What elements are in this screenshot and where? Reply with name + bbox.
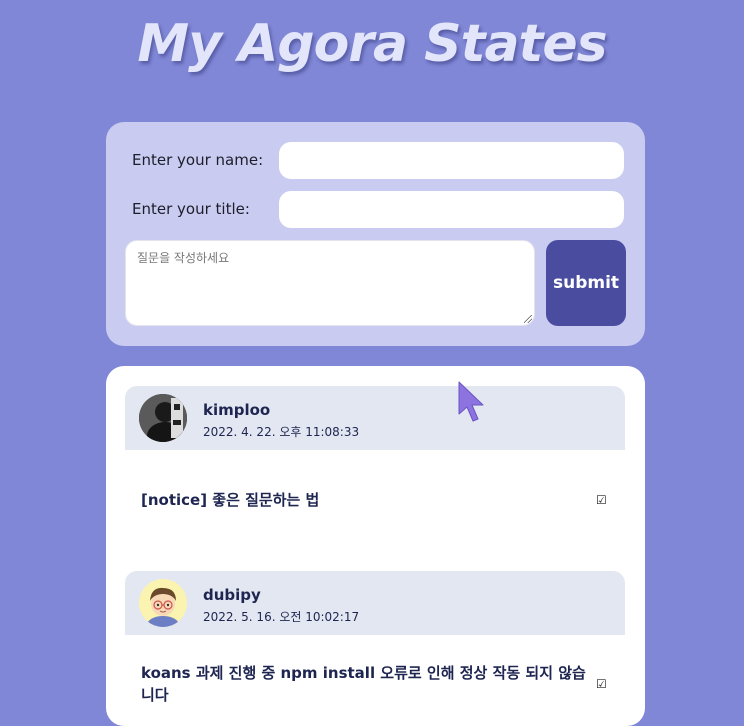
question-form: Enter your name: Enter your title: 질문을 작… xyxy=(106,122,645,346)
resize-grip-icon[interactable] xyxy=(524,315,532,323)
author-name: kimploo xyxy=(203,401,271,419)
discussion-title[interactable]: [notice] 좋은 질문하는 법 xyxy=(141,489,586,511)
author-name: dubipy xyxy=(203,586,261,604)
page-title: My Agora States xyxy=(137,14,607,74)
title-input[interactable] xyxy=(279,191,624,228)
question-textarea[interactable]: 질문을 작성하세요 xyxy=(125,240,535,326)
discussion-list: kimploo 2022. 4. 22. 오후 11:08:33 [notice… xyxy=(106,366,645,726)
post-date: 2022. 5. 16. 오전 10:02:17 xyxy=(203,610,360,624)
post-date: 2022. 4. 22. 오후 11:08:33 xyxy=(203,425,360,439)
discussion-item-header: kimploo 2022. 4. 22. 오후 11:08:33 xyxy=(125,386,625,450)
discussion-item-header: dubipy 2022. 5. 16. 오전 10:02:17 xyxy=(125,571,625,635)
answered-check-icon: ☑ xyxy=(596,677,607,691)
avatar xyxy=(139,579,187,627)
avatar xyxy=(139,394,187,442)
answered-check-icon: ☑ xyxy=(596,493,607,507)
discussion-title[interactable]: koans 과제 진행 중 npm install 오류로 인해 정상 작동 되… xyxy=(141,662,586,706)
submit-button[interactable]: submit xyxy=(546,240,626,326)
mouse-cursor-icon xyxy=(458,381,484,422)
question-placeholder: 질문을 작성하세요 xyxy=(137,251,230,265)
name-label: Enter your name: xyxy=(132,151,264,169)
title-label: Enter your title: xyxy=(132,200,250,218)
name-input[interactable] xyxy=(279,142,624,179)
